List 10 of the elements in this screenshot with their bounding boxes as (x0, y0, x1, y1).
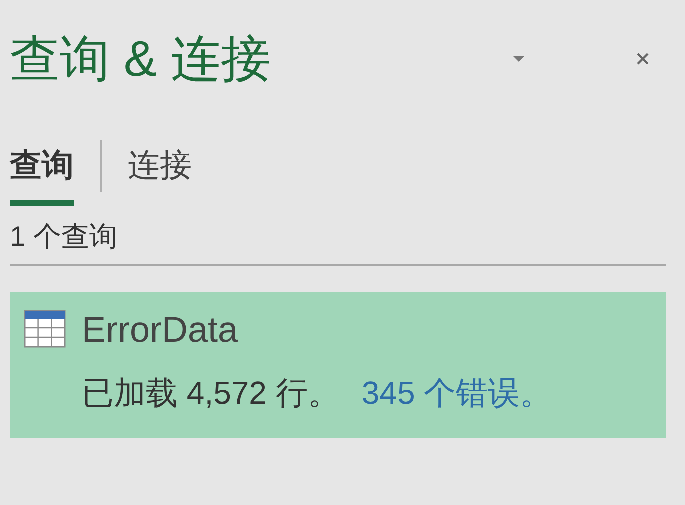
pane-title: 查询 & 连接 (10, 30, 272, 88)
load-status: 已加载 4,572 行。 (82, 374, 340, 413)
query-card[interactable]: ErrorData 已加载 4,572 行。 345 个错误。 (10, 292, 666, 438)
close-icon[interactable] (636, 52, 650, 66)
dropdown-caret-icon[interactable] (512, 55, 526, 63)
query-name: ErrorData (82, 308, 240, 352)
query-count: 1 个查询 (10, 218, 666, 266)
table-icon (24, 310, 66, 348)
tab[interactable]: 连接 (128, 144, 192, 206)
tab[interactable]: 查询 (10, 144, 74, 206)
